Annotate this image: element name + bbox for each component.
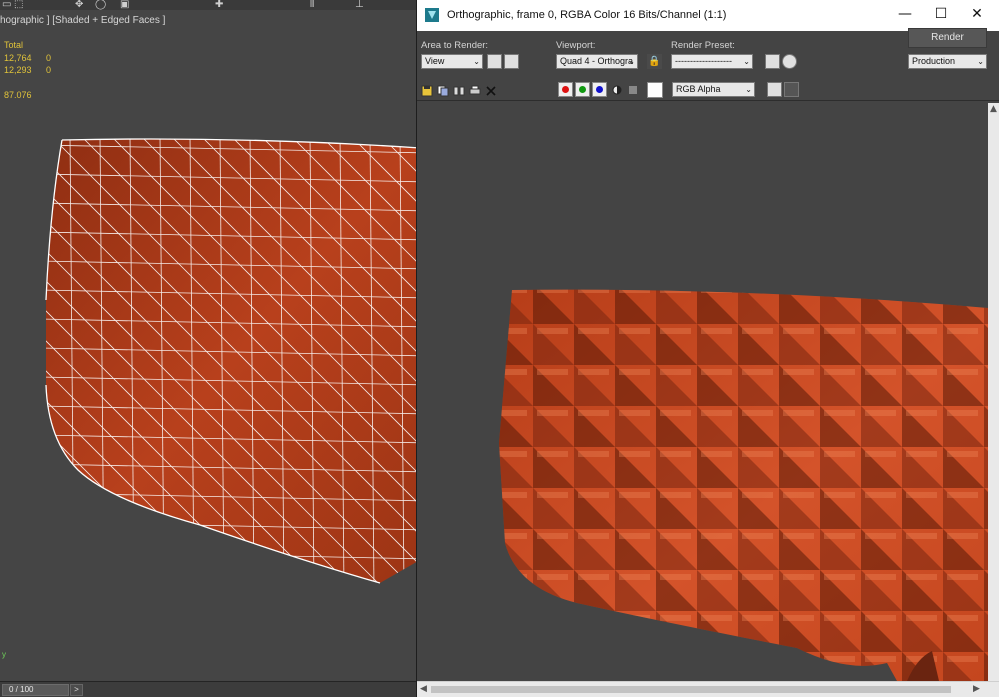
render-button[interactable]: Render	[908, 28, 987, 48]
time-slider[interactable]: 0 / 100	[2, 684, 69, 696]
toggle-ui-overlay-icon[interactable]	[784, 82, 799, 97]
color-swatch[interactable]	[647, 82, 663, 98]
copy-icon[interactable]	[437, 85, 449, 97]
chevron-down-icon: ⌄	[628, 57, 635, 66]
window-titlebar[interactable]: Orthographic, frame 0, RGBA Color 16 Bit…	[417, 0, 999, 31]
save-icon[interactable]	[421, 85, 433, 97]
chevron-down-icon: ⌄	[473, 57, 480, 66]
wireframe-mesh-object[interactable]	[0, 0, 420, 681]
chevron-down-icon: ⌄	[743, 57, 750, 66]
monochrome-icon[interactable]	[627, 84, 639, 96]
render-preset-label: Render Preset:	[671, 40, 735, 51]
frame-toolbar: RGB Alpha ⌄	[417, 80, 999, 101]
area-to-render-dropdown[interactable]: View ⌄	[421, 54, 483, 69]
toggle-ui-icon[interactable]	[767, 82, 782, 97]
edit-region-icon[interactable]	[487, 54, 502, 69]
lock-icon[interactable]: 🔒	[647, 54, 662, 69]
close-button[interactable]: ✕	[959, 0, 995, 31]
production-dropdown[interactable]: Production ⌄	[908, 54, 987, 69]
viewport-label: Viewport:	[556, 40, 596, 51]
maximize-button[interactable]: ☐	[923, 0, 959, 31]
dropdown-value: -------------------	[675, 56, 732, 66]
green-channel-toggle[interactable]	[575, 82, 590, 97]
channel-display-dropdown[interactable]: RGB Alpha ⌄	[672, 82, 755, 97]
dropdown-value: Quad 4 - Orthogra	[560, 56, 634, 66]
print-icon[interactable]	[469, 85, 481, 97]
render-preset-dropdown[interactable]: ------------------- ⌄	[671, 54, 753, 69]
scroll-left-icon[interactable]: ◀	[420, 684, 427, 694]
area-to-render-label: Area to Render:	[421, 40, 489, 51]
render-setup-icon[interactable]	[765, 54, 780, 69]
red-channel-toggle[interactable]	[558, 82, 573, 97]
render-output-area[interactable]	[417, 103, 988, 681]
vertical-scrollbar[interactable]: ▲	[988, 103, 999, 681]
window-title: Orthographic, frame 0, RGBA Color 16 Bit…	[447, 9, 727, 21]
scroll-up-icon[interactable]: ▲	[990, 104, 997, 114]
rendered-frame-window[interactable]: Orthographic, frame 0, RGBA Color 16 Bit…	[416, 0, 999, 697]
environment-effects-icon[interactable]	[782, 54, 797, 69]
alpha-channel-icon[interactable]	[611, 84, 623, 96]
3dsmax-app-icon	[425, 8, 439, 22]
clone-icon[interactable]	[453, 85, 465, 97]
dropdown-value: View	[425, 56, 445, 66]
rendered-image	[499, 289, 988, 681]
dropdown-value: RGB Alpha	[676, 84, 721, 94]
axis-indicator: y	[2, 650, 6, 659]
scroll-thumb[interactable]	[431, 686, 951, 693]
blue-channel-toggle[interactable]	[592, 82, 607, 97]
auto-region-icon[interactable]	[504, 54, 519, 69]
clear-icon[interactable]	[485, 85, 497, 97]
chevron-down-icon: ⌄	[745, 85, 752, 94]
time-slider-bar[interactable]: 0 / 100 >	[0, 681, 420, 697]
next-frame-button[interactable]: >	[70, 684, 83, 696]
dropdown-value: Production	[912, 56, 956, 66]
chevron-down-icon: ⌄	[977, 57, 984, 66]
scroll-right-icon[interactable]: ▶	[973, 684, 980, 694]
horizontal-scrollbar[interactable]: ◀ ▶	[417, 681, 999, 697]
minimize-button[interactable]: —	[887, 0, 923, 31]
viewport-dropdown[interactable]: Quad 4 - Orthogra ⌄	[556, 54, 638, 69]
